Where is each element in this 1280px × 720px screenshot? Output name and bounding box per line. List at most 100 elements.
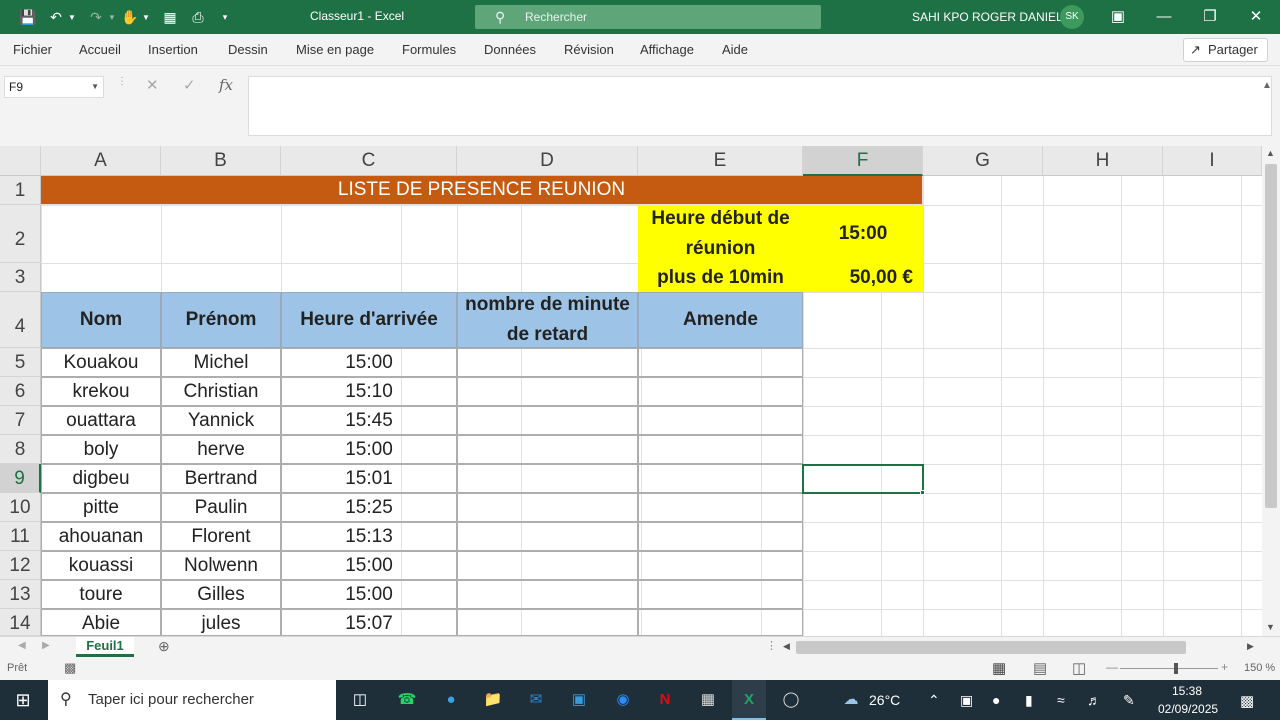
netflix-icon[interactable]: N — [652, 688, 678, 712]
cell-heure[interactable]: 15:10 — [281, 377, 457, 406]
cell-prenom[interactable]: Yannick — [161, 406, 281, 435]
start-value-cell[interactable]: 15:00 — [803, 205, 923, 263]
cell-retard[interactable] — [457, 435, 638, 464]
cell-nom[interactable]: boly — [41, 435, 161, 464]
next-sheet-icon[interactable]: ▶ — [42, 640, 50, 651]
cell-retard[interactable] — [457, 348, 638, 377]
zoom-slider-thumb[interactable] — [1174, 663, 1178, 674]
restore-icon[interactable]: ❐ — [1198, 6, 1222, 28]
cell-retard[interactable] — [457, 493, 638, 522]
tab-split-icon[interactable]: ⋮ — [766, 639, 777, 652]
row-header-14[interactable]: 14 — [0, 609, 41, 636]
wifi-icon[interactable]: ≈ — [1057, 692, 1065, 708]
file-explorer-icon[interactable]: 📁 — [480, 688, 506, 712]
column-header-f[interactable]: F — [803, 146, 923, 176]
start-label-cell[interactable]: Heure début de réunion — [638, 205, 803, 263]
enter-icon[interactable]: ✓ — [183, 76, 196, 94]
cell-amende[interactable] — [638, 609, 803, 636]
page-layout-icon[interactable]: ▤ — [1033, 659, 1047, 677]
row-header-1[interactable]: 1 — [0, 176, 41, 205]
cell-prenom[interactable]: herve — [161, 435, 281, 464]
chevron-down-icon[interactable]: ▼ — [91, 77, 99, 97]
pen-icon[interactable]: ✎ — [1123, 692, 1135, 709]
redo-icon[interactable]: ↷ — [86, 8, 106, 26]
cell-amende[interactable] — [638, 435, 803, 464]
row-header-11[interactable]: 11 — [0, 522, 41, 551]
column-header-g[interactable]: G — [923, 146, 1043, 176]
scroll-left-icon[interactable]: ◀ — [783, 641, 790, 652]
cell-amende[interactable] — [638, 551, 803, 580]
customize-qat-icon[interactable]: ▾ — [218, 8, 232, 26]
row-header-6[interactable]: 6 — [0, 377, 41, 406]
sheet-tab-feuil1[interactable]: Feuil1 — [76, 637, 134, 657]
cell-retard[interactable] — [457, 522, 638, 551]
sheet-title-cell[interactable]: LISTE DE PRESENCE REUNION — [41, 176, 923, 205]
tab-revision[interactable]: Révision — [564, 42, 614, 57]
excel-taskbar-icon[interactable]: X — [732, 680, 766, 720]
cell-nom[interactable]: toure — [41, 580, 161, 609]
cell-prenom[interactable]: Michel — [161, 348, 281, 377]
vertical-scroll-thumb[interactable] — [1265, 164, 1277, 508]
cell-heure[interactable]: 15:45 — [281, 406, 457, 435]
cell-heure[interactable]: 15:00 — [281, 551, 457, 580]
add-sheet-icon[interactable]: ⊕ — [158, 638, 170, 655]
header-heure-arrivee[interactable]: Heure d'arrivée — [281, 292, 457, 348]
undo-icon[interactable]: ↶ — [46, 8, 66, 26]
scroll-down-icon[interactable]: ▼ — [1266, 622, 1275, 632]
share-button[interactable]: ↗ Partager — [1183, 38, 1268, 62]
cancel-icon[interactable]: ✕ — [146, 76, 159, 94]
tab-dessin[interactable]: Dessin — [228, 42, 268, 57]
late-label-cell[interactable]: plus de 10min — [638, 263, 803, 292]
zoom-icon[interactable]: ◉ — [610, 688, 636, 712]
close-icon[interactable]: ✕ — [1244, 6, 1268, 28]
undo-dropdown-icon[interactable]: ▼ — [66, 8, 78, 26]
cell-retard[interactable] — [457, 609, 638, 636]
zoom-slider[interactable] — [1120, 668, 1218, 669]
cell-nom[interactable]: ahouanan — [41, 522, 161, 551]
row-header-13[interactable]: 13 — [0, 580, 41, 609]
whatsapp-icon[interactable]: ☎ — [394, 688, 420, 712]
cell-heure[interactable]: 15:01 — [281, 464, 457, 493]
collapse-formula-icon[interactable]: ▲ — [1262, 80, 1272, 91]
windows-start-icon[interactable]: ⊞ — [10, 688, 36, 712]
cell-heure[interactable]: 15:00 — [281, 580, 457, 609]
header-amende[interactable]: Amende — [638, 292, 803, 348]
normal-view-icon[interactable]: ▦ — [992, 659, 1006, 677]
tab-affichage[interactable]: Affichage — [640, 42, 694, 57]
cell-retard[interactable] — [457, 551, 638, 580]
scroll-up-icon[interactable]: ▲ — [1266, 148, 1275, 158]
taskbar-search[interactable]: ⚲ Taper ici pour rechercher — [48, 680, 336, 720]
cell-nom[interactable]: Abie — [41, 609, 161, 636]
tab-accueil[interactable]: Accueil — [79, 42, 121, 57]
cell-retard[interactable] — [457, 377, 638, 406]
cell-nom[interactable]: pitte — [41, 493, 161, 522]
formula-input[interactable] — [248, 76, 1272, 136]
row-header-7[interactable]: 7 — [0, 406, 41, 435]
active-cell-f9[interactable] — [802, 464, 924, 494]
fill-handle[interactable] — [920, 490, 925, 495]
row-header-8[interactable]: 8 — [0, 435, 41, 464]
cell-prenom[interactable]: Nolwenn — [161, 551, 281, 580]
column-header-a[interactable]: A — [41, 146, 161, 176]
microphone-icon[interactable]: ● — [992, 692, 1000, 708]
cell-nom[interactable]: Kouakou — [41, 348, 161, 377]
tab-insertion[interactable]: Insertion — [148, 42, 198, 57]
redo-dropdown-icon[interactable]: ▼ — [106, 8, 118, 26]
cell-nom[interactable]: ouattara — [41, 406, 161, 435]
save-icon[interactable]: 💾 — [18, 8, 38, 26]
header-prenom[interactable]: Prénom — [161, 292, 281, 348]
cell-amende[interactable] — [638, 348, 803, 377]
store-icon[interactable]: ▣ — [566, 688, 592, 712]
cell-heure[interactable]: 15:00 — [281, 435, 457, 464]
cell-amende[interactable] — [638, 493, 803, 522]
weather-temp[interactable]: 26°C — [869, 692, 900, 708]
camera-icon[interactable]: ▣ — [960, 692, 973, 709]
touch-dropdown-icon[interactable]: ▼ — [140, 8, 152, 26]
cell-amende[interactable] — [638, 580, 803, 609]
cell-prenom[interactable]: Paulin — [161, 493, 281, 522]
cell-retard[interactable] — [457, 464, 638, 493]
outlook-icon[interactable]: ✉ — [523, 688, 549, 712]
tab-fichier[interactable]: Fichier — [13, 42, 52, 57]
search-box[interactable]: ⚲ Rechercher — [475, 5, 821, 29]
weather-icon[interactable]: ☁ — [838, 688, 864, 712]
